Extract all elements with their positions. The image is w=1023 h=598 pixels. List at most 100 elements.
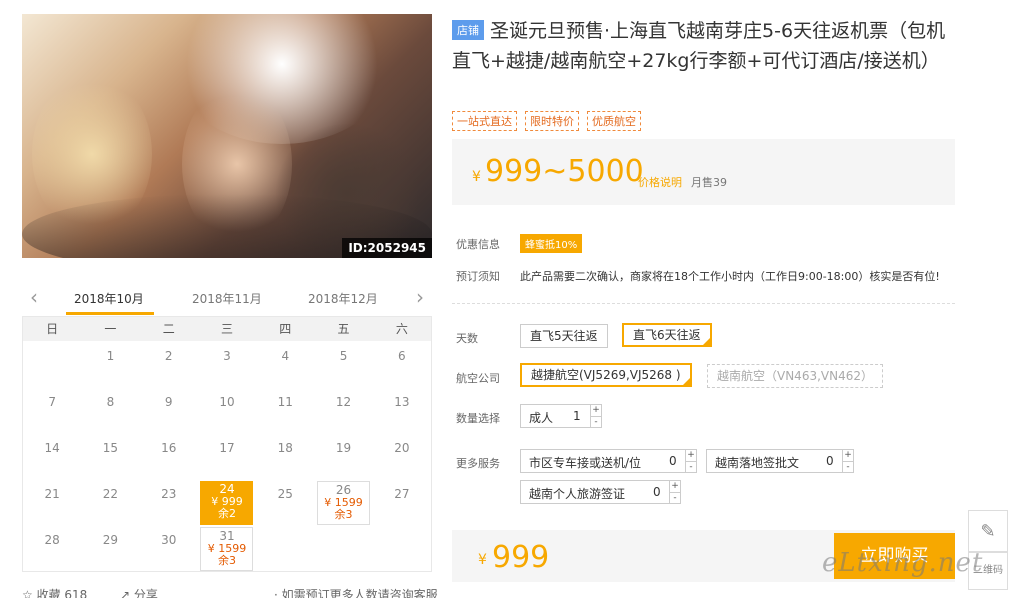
- calendar-day[interactable]: 1: [81, 341, 139, 387]
- calendar-day[interactable]: 23: [140, 479, 198, 525]
- airline-label: 航空公司: [456, 372, 500, 385]
- calendar-day[interactable]: 15: [81, 433, 139, 479]
- photo-id-badge: ID:2052945: [342, 238, 432, 258]
- calendar-day[interactable]: 6: [373, 341, 431, 387]
- weekday-label: 五: [337, 322, 350, 336]
- service-stepper-visa-approval[interactable]: 越南落地签批文 0 + -: [706, 449, 854, 473]
- calendar-day[interactable]: 14: [23, 433, 81, 479]
- calendar-day-number: 31: [219, 529, 235, 543]
- calendar-day[interactable]: 30: [140, 525, 198, 571]
- calendar-day[interactable]: 16: [140, 433, 198, 479]
- notice-text: 此产品需要二次确认，商家将在18个工作小时内（工作日9:00-18:00）核实是…: [520, 270, 940, 283]
- calendar-day-price-box[interactable]: 31 ¥ 1599 余3: [200, 527, 254, 571]
- option-days-6[interactable]: 直飞6天往返: [622, 323, 712, 347]
- option-airline-vietnam[interactable]: 越南航空（VN463,VN462）: [707, 364, 883, 388]
- plus-icon[interactable]: +: [686, 450, 696, 461]
- service-quantity[interactable]: 0: [653, 485, 661, 499]
- quantity-value[interactable]: 1: [573, 409, 581, 423]
- minus-icon[interactable]: -: [686, 461, 696, 472]
- notice-label: 预订须知: [456, 270, 500, 283]
- price-explanation-link[interactable]: 价格说明: [638, 174, 682, 190]
- calendar-day[interactable]: 2: [140, 341, 198, 387]
- calendar-day[interactable]: 22: [81, 479, 139, 525]
- total-price: 999: [492, 540, 550, 575]
- service-quantity[interactable]: 0: [669, 454, 677, 468]
- plus-icon[interactable]: +: [670, 481, 680, 492]
- minus-icon[interactable]: -: [843, 461, 853, 472]
- service-quantity[interactable]: 0: [826, 454, 834, 468]
- calendar-day-selected[interactable]: 24 ¥ 999 余2: [200, 481, 254, 525]
- stepper-buttons: + -: [669, 481, 680, 503]
- calendar-week-row: 7 8 9 10 11 12 13: [23, 387, 431, 433]
- calendar-day[interactable]: 13: [373, 387, 431, 433]
- calendar-month-nav: ‹ 2018年10月 2018年11月 2018年12月 ›: [22, 284, 432, 315]
- service-stepper-transfer[interactable]: 市区专车接或送机/位 0 + -: [520, 449, 697, 473]
- calendar-weekday-header: 日 一 二 三 四 五 六: [23, 317, 431, 341]
- service-name: 越南个人旅游签证: [529, 487, 626, 501]
- calendar-week-row: 28 29 30 31 ¥ 1599 余3: [23, 525, 431, 571]
- chevron-left-icon[interactable]: ‹: [24, 286, 44, 310]
- calendar-day[interactable]: 25: [256, 479, 314, 525]
- calendar-day[interactable]: 12: [314, 387, 372, 433]
- calendar-day[interactable]: 28: [23, 525, 81, 571]
- feedback-tool[interactable]: ✎: [968, 510, 1008, 552]
- calendar-day[interactable]: 3: [198, 341, 256, 387]
- chevron-right-icon[interactable]: ›: [410, 286, 430, 310]
- share-button[interactable]: ↗ 分享: [120, 586, 158, 598]
- tab-month-nov[interactable]: 2018年11月: [192, 290, 262, 307]
- calendar-day[interactable]: 7: [23, 387, 81, 433]
- favorite-button[interactable]: ☆ 收藏 618: [22, 586, 87, 598]
- tab-month-dec[interactable]: 2018年12月: [308, 290, 378, 307]
- calendar-week-row: 123456: [23, 341, 431, 387]
- calendar-day-stock: 余2: [217, 507, 236, 520]
- price-currency: ¥: [472, 169, 481, 185]
- weekday-label: 三: [220, 322, 233, 336]
- minus-icon[interactable]: -: [591, 416, 601, 427]
- adult-quantity-stepper[interactable]: 成人 1 + -: [520, 404, 602, 428]
- calendar-day-available[interactable]: 26 ¥ 1599 余3: [314, 479, 372, 525]
- days-label: 天数: [456, 332, 478, 345]
- calendar-week-row: 14 15 16 17 18 19 20: [23, 433, 431, 479]
- weekday-label: 四: [279, 322, 292, 336]
- tab-month-oct[interactable]: 2018年10月: [74, 290, 144, 307]
- weekday-label: 六: [395, 322, 408, 336]
- minus-icon[interactable]: -: [670, 492, 680, 503]
- calendar-day: [256, 525, 314, 571]
- pencil-icon: ✎: [980, 520, 996, 542]
- feature-tag: 一站式直达: [452, 111, 517, 131]
- stepper-buttons: + -: [685, 450, 696, 472]
- calendar-day-stock: 余3: [217, 554, 236, 567]
- calendar-day[interactable]: 19: [314, 433, 372, 479]
- calendar-day[interactable]: 11: [256, 387, 314, 433]
- option-airline-vietjet[interactable]: 越捷航空(VJ5269,VJ5268 ): [520, 363, 692, 387]
- feature-tag: 优质航空: [587, 111, 641, 131]
- plus-icon[interactable]: +: [843, 450, 853, 461]
- calendar-day[interactable]: 4: [256, 341, 314, 387]
- calendar-day[interactable]: 10: [198, 387, 256, 433]
- stepper-buttons: + -: [590, 405, 601, 427]
- service-name: 越南落地签批文: [715, 456, 800, 470]
- calendar-day[interactable]: 21: [23, 479, 81, 525]
- calendar-day-price-box[interactable]: 26 ¥ 1599 余3: [317, 481, 371, 525]
- section-divider: [452, 303, 955, 304]
- calendar-day[interactable]: 20: [373, 433, 431, 479]
- calendar-day[interactable]: 9: [140, 387, 198, 433]
- feature-tag: 限时特价: [525, 111, 579, 131]
- calendar-day-available[interactable]: 31 ¥ 1599 余3: [198, 525, 256, 571]
- option-days-5[interactable]: 直飞5天往返: [520, 324, 608, 348]
- calendar-day-number: 24: [219, 482, 235, 496]
- shop-tag[interactable]: 店铺: [452, 20, 484, 40]
- calendar-day[interactable]: 29: [81, 525, 139, 571]
- plus-icon[interactable]: +: [591, 405, 601, 416]
- total-currency: ¥: [478, 552, 487, 568]
- service-name: 市区专车接或送机/位: [529, 456, 642, 470]
- calendar-day[interactable]: 27: [373, 479, 431, 525]
- calendar-day[interactable]: 18: [256, 433, 314, 479]
- calendar-day[interactable]: 17: [198, 433, 256, 479]
- service-stepper-tourist-visa[interactable]: 越南个人旅游签证 0 + -: [520, 480, 681, 504]
- calendar-day[interactable]: 5: [314, 341, 372, 387]
- calendar-day-stock: 余3: [334, 508, 353, 521]
- active-month-indicator: [66, 312, 154, 315]
- calendar-day[interactable]: 8: [81, 387, 139, 433]
- calendar-day-available[interactable]: 24 ¥ 999 余2: [198, 479, 256, 525]
